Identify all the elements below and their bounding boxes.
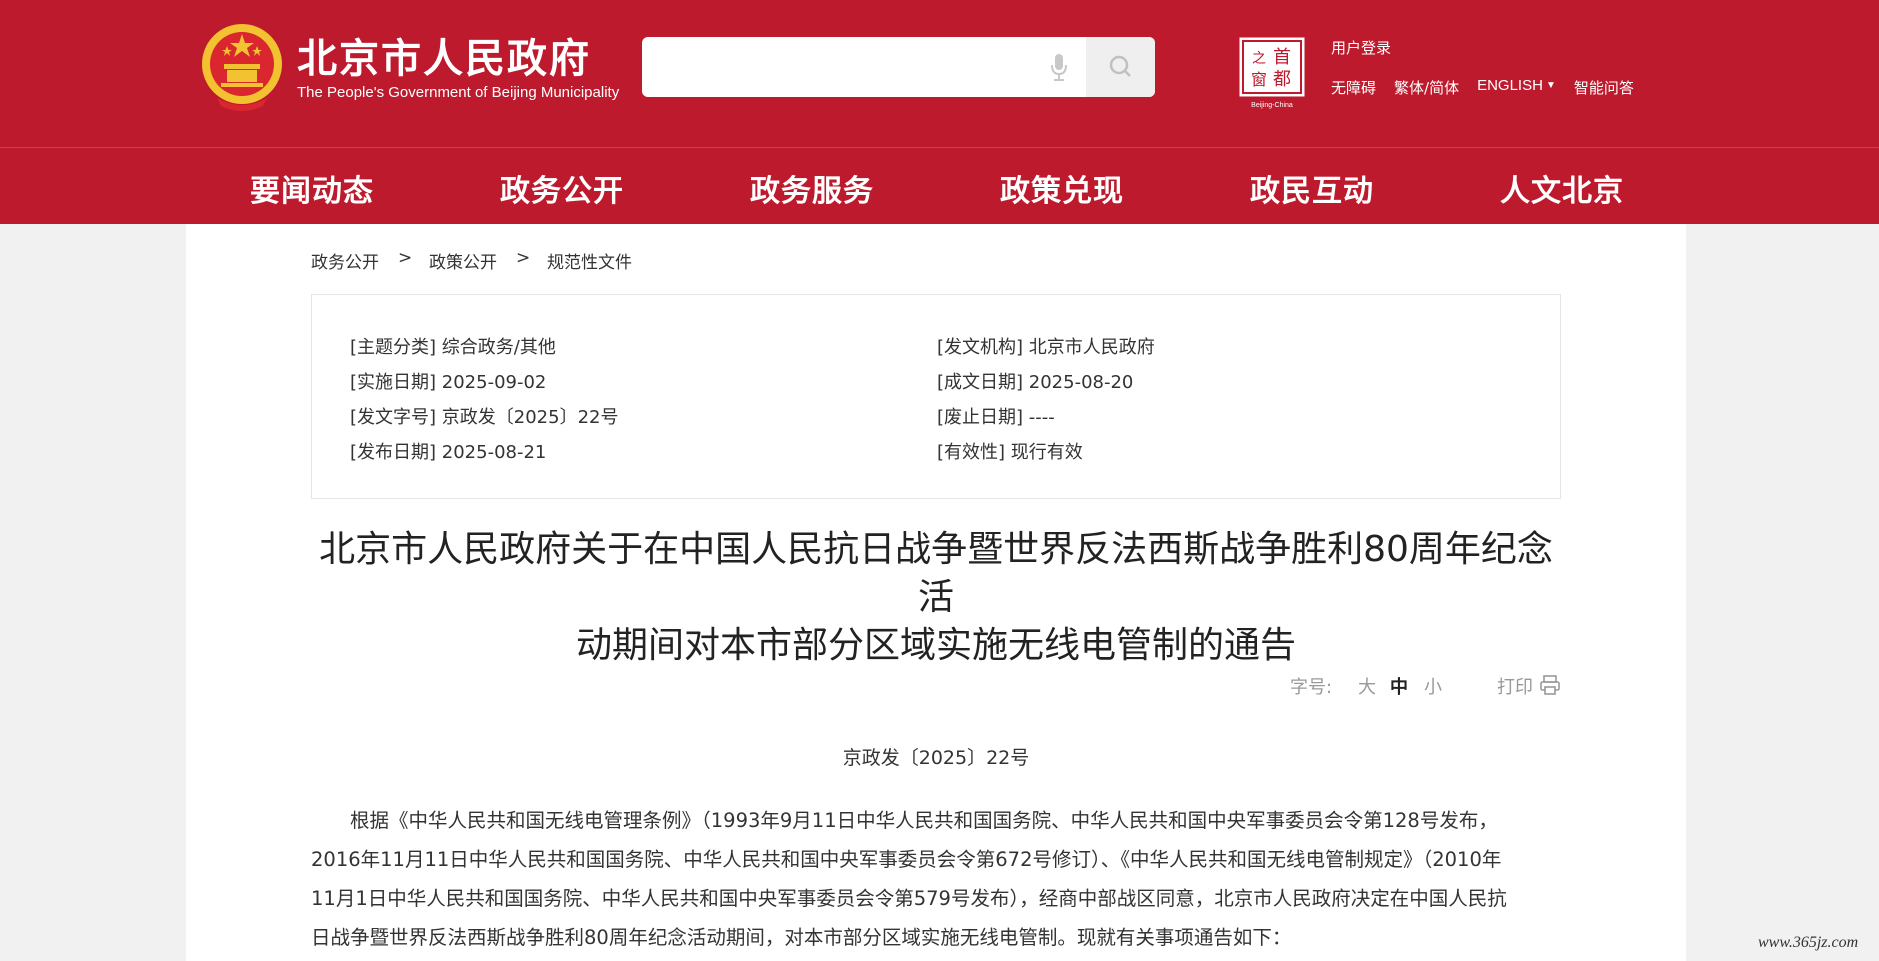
microphone-icon[interactable] — [1049, 52, 1069, 82]
breadcrumb-item[interactable]: 政策公开 — [429, 248, 497, 273]
accessibility-link[interactable]: 无障碍 — [1331, 77, 1376, 98]
meta-value: 2025-09-02 — [441, 372, 547, 393]
national-emblem-icon[interactable] — [199, 20, 285, 112]
print-button[interactable]: 打印 — [1497, 673, 1533, 699]
meta-label: [实施日期] — [350, 372, 437, 393]
english-link[interactable]: ENGLISH ▼ — [1477, 77, 1556, 98]
nav-item-policy[interactable]: 政策兑现 — [1000, 166, 1124, 210]
paragraph-line: 2016年11月11日中华人民共和国国务院、中华人民共和国中央军事委员会令第67… — [311, 848, 1502, 871]
breadcrumb-item[interactable]: 政务公开 — [311, 248, 379, 273]
user-login-link[interactable]: 用户登录 — [1331, 37, 1391, 58]
meta-value: 现行有效 — [1010, 442, 1083, 463]
nav-item-interaction[interactable]: 政民互动 — [1250, 166, 1374, 210]
seal-char: 窗 — [1251, 70, 1267, 89]
document-title: 北京市人民政府关于在中国人民抗日战争暨世界反法西斯战争胜利80周年纪念活 动期间… — [311, 526, 1561, 670]
nav-item-services[interactable]: 政务服务 — [750, 166, 874, 210]
meta-value: 2025-08-20 — [1028, 372, 1134, 393]
font-size-small-button[interactable]: 小 — [1424, 673, 1442, 699]
meta-label: [发布日期] — [350, 442, 437, 463]
english-label: ENGLISH — [1477, 77, 1543, 94]
breadcrumb-separator: > — [516, 248, 531, 268]
meta-value: 综合政务/其他 — [441, 337, 556, 358]
search-box — [642, 37, 1155, 97]
meta-label: [废止日期] — [937, 407, 1024, 428]
font-size-medium-button[interactable]: 中 — [1390, 673, 1408, 699]
meta-label: [有效性] — [937, 442, 1006, 463]
watermark: www.365jz.com — [1758, 934, 1859, 951]
seal-char: 之 — [1252, 51, 1266, 67]
search-icon — [1109, 55, 1131, 77]
smart-qa-link[interactable]: 智能问答 — [1574, 77, 1634, 98]
search-button[interactable] — [1086, 37, 1155, 97]
meta-label: [主题分类] — [350, 337, 437, 358]
breadcrumb-separator: > — [398, 248, 413, 268]
meta-expiry-date: [废止日期] ---- — [937, 403, 1055, 429]
meta-label: [发文字号] — [350, 407, 437, 428]
meta-topic: [主题分类] 综合政务/其他 — [350, 333, 556, 359]
meta-publish-date: [发布日期] 2025-08-21 — [350, 438, 546, 464]
paragraph-line: 根据《中华人民共和国无线电管理条例》（1993年9月11日中华人民共和国国务院、… — [350, 809, 1498, 832]
meta-value: 京政发〔2025〕22号 — [441, 407, 619, 428]
breadcrumb-item[interactable]: 规范性文件 — [547, 248, 632, 273]
document-meta-box — [311, 294, 1561, 499]
meta-value: ---- — [1028, 407, 1055, 428]
seal-caption: Beijing-China — [1251, 102, 1293, 109]
seal-char: 首 — [1273, 47, 1291, 68]
nav-item-gov-affairs[interactable]: 政务公开 — [500, 166, 624, 210]
site-subtitle: The People's Government of Beijing Munic… — [297, 84, 620, 101]
main-nav: 要闻动态 政务公开 政务服务 政策兑现 政民互动 人文北京 — [0, 148, 1879, 224]
meta-value: 北京市人民政府 — [1028, 337, 1155, 358]
site-header: 北京市人民政府 The People's Government of Beiji… — [0, 0, 1879, 147]
site-name[interactable]: 北京市人民政府 — [297, 26, 591, 84]
paragraph-line: 11月1日中华人民共和国国务院、中华人民共和国中央军事委员会令第579号发布），… — [311, 887, 1507, 910]
meta-label: [发文机构] — [937, 337, 1024, 358]
meta-doc-number: [发文字号] 京政发〔2025〕22号 — [350, 403, 619, 429]
traditional-simplified-link[interactable]: 繁体/简体 — [1394, 77, 1459, 98]
meta-value: 2025-08-21 — [441, 442, 547, 463]
nav-item-news[interactable]: 要闻动态 — [250, 166, 374, 210]
document-title-line: 北京市人民政府关于在中国人民抗日战争暨世界反法西斯战争胜利80周年纪念活 — [319, 529, 1553, 618]
paragraph-line: 日战争暨世界反法西斯战争胜利80周年纪念活动期间，对本市部分区域实施无线电管制。… — [311, 926, 1292, 949]
font-size-large-button[interactable]: 大 — [1358, 673, 1376, 699]
meta-effective-date: [实施日期] 2025-09-02 — [350, 368, 546, 394]
font-size-label: 字号: — [1290, 677, 1333, 698]
document-title-line: 动期间对本市部分区域实施无线电管制的通告 — [575, 625, 1296, 666]
meta-label: [成文日期] — [937, 372, 1024, 393]
top-links: 无障碍 繁体/简体 ENGLISH ▼ 智能问答 — [1331, 77, 1652, 98]
capital-window-seal-icon[interactable]: 首 都 之 窗 Beijing-China — [1238, 36, 1306, 110]
meta-validity: [有效性] 现行有效 — [937, 438, 1083, 464]
meta-issuer: [发文机构] 北京市人民政府 — [937, 333, 1155, 359]
seal-char: 都 — [1273, 69, 1291, 90]
document-number: 京政发〔2025〕22号 — [842, 747, 1030, 769]
meta-written-date: [成文日期] 2025-08-20 — [937, 368, 1133, 394]
nav-item-culture[interactable]: 人文北京 — [1500, 166, 1624, 210]
search-input[interactable] — [642, 37, 1082, 97]
chevron-down-icon: ▼ — [1545, 80, 1556, 91]
printer-icon[interactable] — [1539, 674, 1561, 696]
